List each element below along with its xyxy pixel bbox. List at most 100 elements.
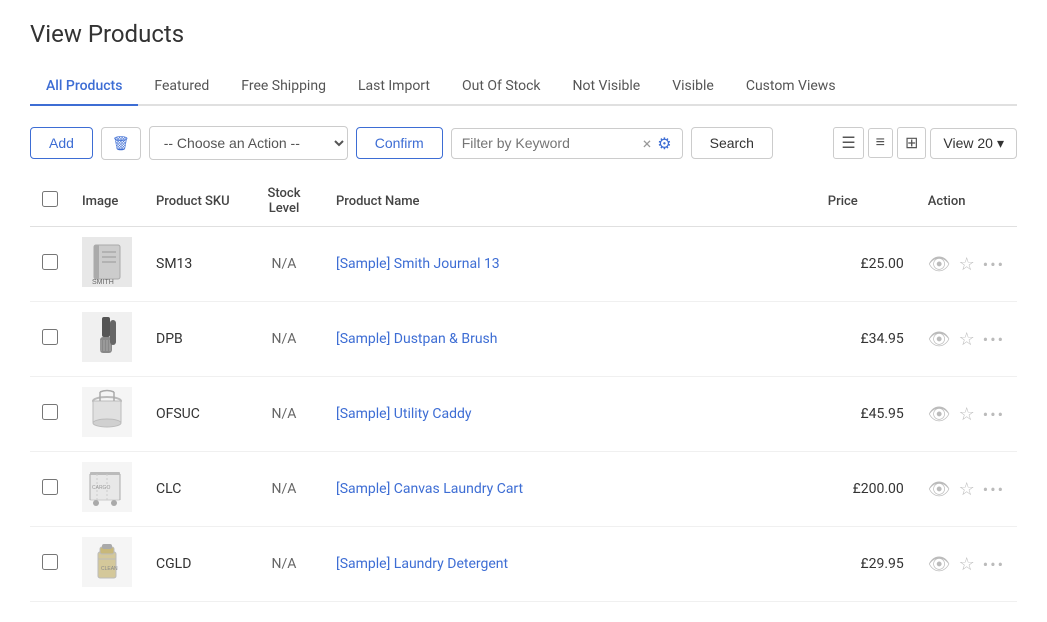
row-checkbox-4[interactable]	[42, 479, 58, 495]
row-price: £25.00	[816, 227, 916, 302]
lines-compact-icon: ≡	[876, 134, 885, 151]
search-button[interactable]: Search	[691, 127, 773, 159]
tab-not-visible[interactable]: Not Visible	[557, 68, 657, 106]
product-name-link[interactable]: [Sample] Dustpan & Brush	[336, 331, 498, 347]
tabs-bar: All Products Featured Free Shipping Last…	[30, 68, 1017, 106]
delete-button[interactable]: 🗑	[101, 127, 141, 160]
visibility-icon[interactable]: 👁	[928, 479, 951, 500]
row-checkbox-5[interactable]	[42, 554, 58, 570]
header-checkbox-cell	[30, 176, 70, 227]
row-checkbox-1[interactable]	[42, 254, 58, 270]
confirm-button[interactable]: Confirm	[356, 127, 443, 159]
more-actions-icon[interactable]: •••	[983, 255, 1005, 274]
row-actions-cell: 👁 ☆ •••	[916, 527, 1017, 602]
filter-container: × ⚙	[451, 128, 683, 159]
toolbar: Add 🗑 -- Choose an Action --Delete Selec…	[30, 126, 1017, 160]
product-image: SMITH	[82, 237, 132, 291]
tab-out-of-stock[interactable]: Out Of Stock	[446, 68, 557, 106]
page-title: View Products	[30, 20, 1017, 48]
more-actions-icon[interactable]: •••	[983, 330, 1005, 349]
tab-all-products[interactable]: All Products	[30, 68, 138, 106]
header-sku: Product SKU	[144, 176, 244, 227]
row-stock: N/A	[244, 302, 324, 377]
row-price: £200.00	[816, 452, 916, 527]
row-actions-cell: 👁 ☆ •••	[916, 302, 1017, 377]
row-checkbox-cell	[30, 302, 70, 377]
lines-full-icon: ☰	[841, 135, 855, 152]
header-stock: Stock Level	[244, 176, 324, 227]
more-actions-icon[interactable]: •••	[983, 480, 1005, 499]
select-all-checkbox[interactable]	[42, 191, 58, 207]
svg-text:CLEAN: CLEAN	[101, 566, 118, 572]
product-image	[82, 312, 132, 366]
star-icon[interactable]: ☆	[959, 329, 975, 350]
more-actions-icon[interactable]: •••	[983, 555, 1005, 574]
row-checkbox-cell	[30, 527, 70, 602]
header-action: Action	[916, 176, 1017, 227]
more-actions-icon[interactable]: •••	[983, 405, 1005, 424]
row-checkbox-cell	[30, 227, 70, 302]
tab-visible[interactable]: Visible	[656, 68, 730, 106]
filter-clear-icon[interactable]: ×	[643, 134, 652, 153]
row-name: [Sample] Utility Caddy	[324, 377, 816, 452]
tab-last-import[interactable]: Last Import	[342, 68, 446, 106]
view-count-button[interactable]: View 20 ▾	[930, 128, 1017, 159]
visibility-icon[interactable]: 👁	[928, 404, 951, 425]
view-list-full-button[interactable]: ☰	[833, 127, 863, 159]
view-grid-button[interactable]: ⊞	[897, 127, 926, 159]
tab-free-shipping[interactable]: Free Shipping	[225, 68, 342, 106]
row-image-cell	[70, 377, 144, 452]
filter-sliders-icon[interactable]: ⚙	[657, 134, 671, 153]
product-image: CLEAN	[82, 537, 132, 591]
row-price: £29.95	[816, 527, 916, 602]
star-icon[interactable]: ☆	[959, 404, 975, 425]
chevron-down-icon: ▾	[997, 135, 1004, 152]
action-select[interactable]: -- Choose an Action --Delete SelectedSet…	[149, 126, 348, 160]
row-image-cell: CLEAN	[70, 527, 144, 602]
filter-input[interactable]	[462, 135, 643, 151]
row-stock: N/A	[244, 377, 324, 452]
row-sku: SM13	[144, 227, 244, 302]
grid-icon: ⊞	[905, 135, 918, 152]
row-checkbox-3[interactable]	[42, 404, 58, 420]
visibility-icon[interactable]: 👁	[928, 254, 951, 275]
star-icon[interactable]: ☆	[959, 554, 975, 575]
product-name-link[interactable]: [Sample] Canvas Laundry Cart	[336, 481, 523, 497]
product-image: CARGO	[82, 462, 132, 516]
product-name-link[interactable]: [Sample] Laundry Detergent	[336, 556, 508, 572]
svg-text:SMITH: SMITH	[92, 279, 114, 286]
row-actions-cell: 👁 ☆ •••	[916, 377, 1017, 452]
visibility-icon[interactable]: 👁	[928, 329, 951, 350]
table-row: DPB N/A [Sample] Dustpan & Brush £34.95 …	[30, 302, 1017, 377]
row-stock: N/A	[244, 452, 324, 527]
view-list-compact-button[interactable]: ≡	[868, 128, 893, 158]
visibility-icon[interactable]: 👁	[928, 554, 951, 575]
tab-featured[interactable]: Featured	[138, 68, 225, 106]
product-name-link[interactable]: [Sample] Utility Caddy	[336, 406, 471, 422]
row-name: [Sample] Smith Journal 13	[324, 227, 816, 302]
row-sku: CGLD	[144, 527, 244, 602]
row-price: £45.95	[816, 377, 916, 452]
header-name: Product Name	[324, 176, 816, 227]
row-image-cell	[70, 302, 144, 377]
table-row: CARGO CLC N/A [Sample] Canvas Laundry Ca…	[30, 452, 1017, 527]
row-checkbox-2[interactable]	[42, 329, 58, 345]
product-name-link[interactable]: [Sample] Smith Journal 13	[336, 256, 500, 272]
star-icon[interactable]: ☆	[959, 254, 975, 275]
products-table: Image Product SKU Stock Level Product Na…	[30, 176, 1017, 602]
tab-custom-views[interactable]: Custom Views	[730, 68, 852, 106]
header-image: Image	[70, 176, 144, 227]
row-stock: N/A	[244, 227, 324, 302]
row-price: £34.95	[816, 302, 916, 377]
view-count-label: View 20	[943, 135, 993, 151]
table-row: OFSUC N/A [Sample] Utility Caddy £45.95 …	[30, 377, 1017, 452]
product-image	[82, 387, 132, 441]
header-price: Price	[816, 176, 916, 227]
add-button[interactable]: Add	[30, 127, 93, 159]
row-sku: DPB	[144, 302, 244, 377]
row-name: [Sample] Canvas Laundry Cart	[324, 452, 816, 527]
row-sku: CLC	[144, 452, 244, 527]
row-checkbox-cell	[30, 452, 70, 527]
star-icon[interactable]: ☆	[959, 479, 975, 500]
row-actions-cell: 👁 ☆ •••	[916, 227, 1017, 302]
